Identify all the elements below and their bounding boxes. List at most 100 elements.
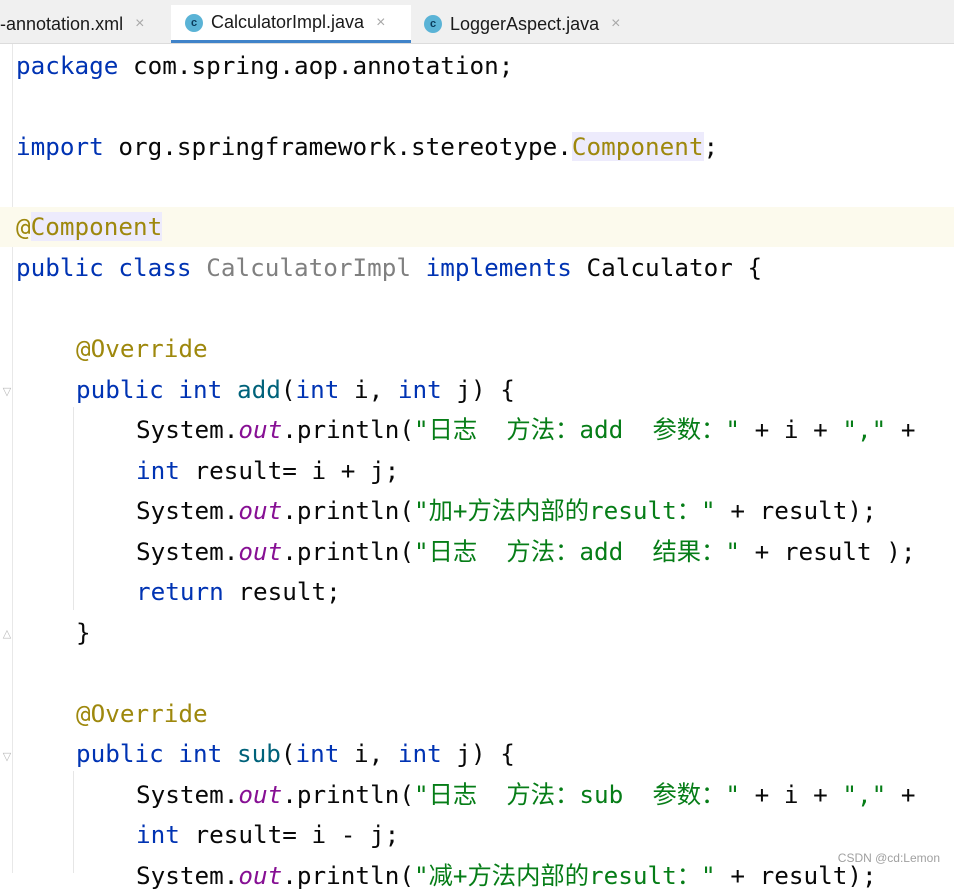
string-literal: "减+方法内部的result：" [413,861,716,890]
keyword: int [295,739,340,768]
fold-icon[interactable]: ▽ [1,386,13,398]
tab-annotation-xml[interactable]: -annotation.xml × [0,5,168,43]
code-text: j) { [441,739,515,768]
string-literal: "," [842,780,887,809]
close-icon[interactable]: × [376,14,385,32]
tab-label: CalculatorImpl.java [211,12,365,32]
code-text: .println( [282,780,414,809]
keyword: import [16,132,104,161]
code-text: .println( [282,496,414,525]
code-line-13: System.out.println("日志 方法：add 结果：" + res… [136,532,916,572]
watermark: CSDN @cd:Lemon [837,851,940,865]
annotation-name: Component [30,212,163,241]
code-editor[interactable]: ▽ △ ▽ package com.spring.aop.annotation;… [0,44,954,890]
string-literal: "日志 方法：add 参数：" [413,415,740,444]
code-line-6: public class CalculatorImpl implements C… [16,248,762,288]
code-text: com.spring.aop.annotation; [118,51,514,80]
code-text: .println( [282,415,414,444]
method-name: add [236,375,281,404]
code-text: ( [280,739,296,768]
code-line-11: int result= i + j; [136,451,399,491]
code-line-20: int result= i - j; [136,815,399,855]
code-line-17: @Override [76,694,208,734]
code-text: .println( [282,537,414,566]
fold-icon[interactable]: ▽ [1,751,13,763]
code-line-12: System.out.println("加+方法内部的result：" + re… [136,491,877,531]
static-field: out [238,537,283,566]
keyword: class [118,253,192,282]
code-line-1: package com.spring.aop.annotation; [16,46,513,86]
keyword: int [178,739,223,768]
static-field: out [238,861,283,890]
annotation-at: @ [16,212,31,241]
code-text: ( [280,375,296,404]
keyword: public [76,375,164,404]
code-text: + result ); [739,537,916,566]
code-line-5: @Component [16,207,163,247]
tab-label: LoggerAspect.java [450,13,600,34]
keyword: public [76,739,164,768]
component-reference: Component [571,132,704,161]
string-literal: "加+方法内部的result：" [413,496,716,525]
gutter [0,44,13,873]
code-text: result= i - j; [179,820,400,849]
code-text: + result); [715,861,877,890]
editor-tab-bar: -annotation.xml × c CalculatorImpl.java … [0,0,954,44]
code-line-9: public int add(int i, int j) { [76,370,515,410]
code-text: i, [339,739,398,768]
code-text: System. [136,496,239,525]
class-name: CalculatorImpl [206,253,411,282]
tab-calculatorimpl-java[interactable]: c CalculatorImpl.java × [171,5,411,43]
tab-loggeraspect-java[interactable]: c LoggerAspect.java × [412,5,644,43]
code-text: result; [223,577,341,606]
keyword: public [16,253,104,282]
closing-brace: } [76,618,91,647]
code-line-18: public int sub(int i, int j) { [76,734,515,774]
code-text: Calculator { [571,253,763,282]
code-text: i, [339,375,398,404]
close-icon[interactable]: × [611,15,620,33]
code-line-15: } [76,613,91,653]
keyword: int [178,375,223,404]
code-text: + [886,780,916,809]
keyword: int [136,820,180,849]
code-line-19: System.out.println("日志 方法：sub 参数：" + i +… [136,775,916,815]
keyword: implements [425,253,572,282]
tab-label: -annotation.xml [0,13,124,34]
code-text: .println( [282,861,414,890]
java-class-icon: c [424,15,442,33]
code-line-3: import org.springframework.stereotype.Co… [16,127,718,167]
keyword: package [16,51,119,80]
code-text: + i + [739,415,843,444]
string-literal: "日志 方法：sub 参数：" [413,780,740,809]
keyword: return [136,577,224,606]
indent-guide [73,407,74,610]
code-line-10: System.out.println("日志 方法：add 参数：" + i +… [136,410,916,450]
code-text: System. [136,537,239,566]
code-text: + [886,415,916,444]
fold-icon[interactable]: △ [1,628,13,640]
code-text: result= i + j; [179,456,400,485]
keyword: int [397,739,442,768]
string-literal: "日志 方法：add 结果：" [413,537,740,566]
method-name: sub [236,739,281,768]
keyword: int [136,456,180,485]
code-text: System. [136,780,239,809]
code-text: j) { [441,375,515,404]
static-field: out [238,415,283,444]
keyword: int [397,375,442,404]
string-literal: "," [842,415,887,444]
code-text: org.springframework.stereotype. [103,132,572,161]
indent-guide [73,771,74,873]
code-text: + i + [739,780,843,809]
java-class-icon: c [185,13,203,32]
static-field: out [238,780,283,809]
code-line-21: System.out.println("减+方法内部的result：" + re… [136,856,877,896]
keyword: int [295,375,340,404]
code-text: System. [136,415,239,444]
code-text: System. [136,861,239,890]
close-icon[interactable]: × [135,15,144,33]
code-line-14: return result; [136,572,341,612]
annotation: @Override [76,699,208,728]
code-text: ; [703,132,719,161]
